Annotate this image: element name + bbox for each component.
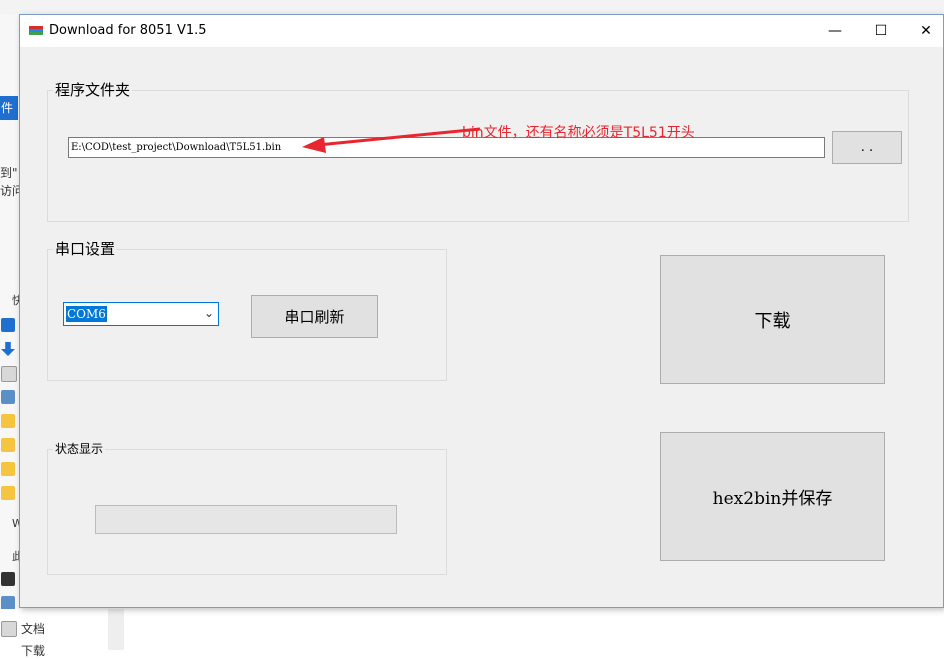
video-icon — [1, 572, 15, 586]
refresh-port-button[interactable]: 串口刷新 — [251, 295, 378, 338]
status-label: 状态显示 — [53, 440, 106, 457]
annotation-text: bin文件，还有名称必须是T5L51开头 — [462, 125, 695, 141]
background-tab: 件 — [0, 96, 18, 120]
folder-icon — [1, 414, 15, 428]
download-button[interactable]: 下载 — [660, 255, 885, 384]
window-title: Download for 8051 V1.5 — [49, 23, 207, 38]
background-text-1: 到" — [0, 166, 18, 180]
desktop-icon — [1, 318, 15, 332]
program-folder-label: 程序文件夹 — [53, 79, 133, 100]
maximize-button[interactable]: ☐ — [858, 15, 904, 47]
nav-item-downloads[interactable]: 下载 — [21, 642, 45, 659]
port-select[interactable]: COM6 ⌄ — [63, 302, 219, 326]
progress-bar — [95, 505, 397, 534]
port-select-value: COM6 — [66, 306, 107, 322]
close-button[interactable]: ✕ — [903, 15, 944, 47]
background-divider — [108, 609, 124, 650]
serial-settings-label: 串口设置 — [53, 238, 118, 259]
picture-icon — [1, 596, 15, 610]
picture-icon — [1, 390, 15, 404]
folder-icon — [1, 486, 15, 500]
document-icon — [1, 621, 17, 637]
app-icon — [29, 26, 43, 36]
download-window: Download for 8051 V1.5 — ☐ ✕ 程序文件夹 E:\CO… — [19, 14, 944, 608]
nav-item-documents[interactable]: 文档 — [21, 620, 45, 637]
title-bar: Download for 8051 V1.5 — ☐ ✕ — [20, 15, 943, 47]
chevron-down-icon[interactable]: ⌄ — [204, 306, 214, 320]
browse-button[interactable]: . . — [832, 131, 902, 164]
document-icon — [1, 366, 17, 382]
minimize-button[interactable]: — — [812, 15, 858, 47]
annotation-arrow-icon — [302, 127, 481, 153]
background-toolbar — [0, 0, 944, 14]
folder-icon — [1, 462, 15, 476]
hex2bin-save-button[interactable]: hex2bin并保存 — [660, 432, 885, 561]
folder-icon — [1, 438, 15, 452]
